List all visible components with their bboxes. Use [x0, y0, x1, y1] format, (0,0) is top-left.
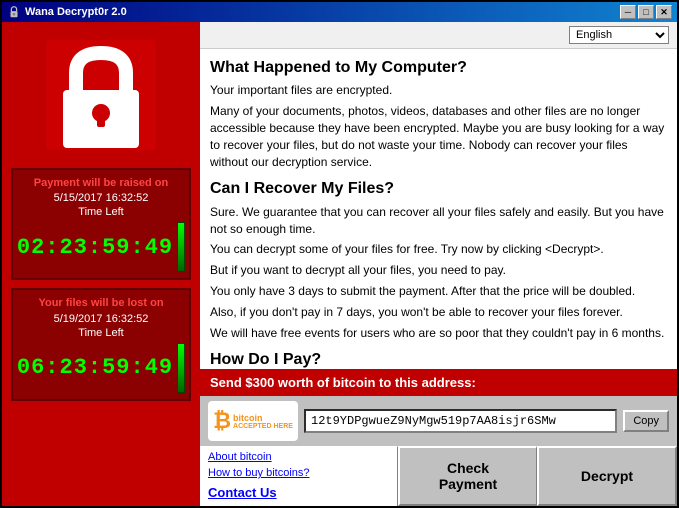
timer1-digits: 02:23:59:49 — [17, 235, 173, 260]
timer2-bar — [177, 343, 185, 393]
section2-p3: But if you want to decrypt all your file… — [210, 262, 667, 279]
title-bar-left: Wana Decrypt0r 2.0 — [7, 5, 127, 19]
timer-box-2: Your files will be lost on 5/19/2017 16:… — [11, 288, 191, 400]
section3-heading: How Do I Pay? — [210, 349, 667, 369]
timer2-digits: 06:23:59:49 — [17, 355, 173, 380]
send-label: Send $300 worth of bitcoin to this addre… — [210, 375, 476, 390]
bitcoin-address-row: ₿ bitcoin ACCEPTED HERE Copy — [200, 396, 677, 446]
section2-p1: Sure. We guarantee that you can recover … — [210, 204, 667, 238]
timer1-label: Time Left — [21, 206, 181, 218]
bitcoin-section: Send $300 worth of bitcoin to this addre… — [200, 369, 677, 396]
btc-text-top: bitcoin — [233, 413, 263, 423]
timer-box-1: Payment will be raised on 5/15/2017 16:3… — [11, 168, 191, 280]
timer2-date: 5/19/2017 16:32:52 — [21, 313, 181, 325]
window-title: Wana Decrypt0r 2.0 — [25, 6, 127, 18]
left-panel: Payment will be raised on 5/15/2017 16:3… — [2, 22, 200, 506]
timer1-bar — [177, 222, 185, 272]
timer2-display: 06:23:59:49 — [21, 343, 181, 393]
timer2-label: Time Left — [21, 327, 181, 339]
title-bar: Wana Decrypt0r 2.0 ─ □ ✕ — [2, 2, 677, 22]
right-panel: English What Happened to My Computer? Yo… — [200, 22, 677, 506]
contact-us-link[interactable]: Contact Us — [208, 485, 389, 500]
timer2-title: Your files will be lost on — [21, 296, 181, 310]
bitcoin-address-input[interactable] — [304, 409, 617, 433]
minimize-button[interactable]: ─ — [620, 5, 636, 19]
main-content: Payment will be raised on 5/15/2017 16:3… — [2, 22, 677, 506]
timer1-date: 5/15/2017 16:32:52 — [21, 192, 181, 204]
title-icon — [7, 5, 21, 19]
btc-symbol-icon: ₿ — [213, 408, 231, 434]
right-buttons: Check Payment Decrypt — [398, 446, 677, 506]
section1-heading: What Happened to My Computer? — [210, 57, 667, 79]
lock-icon — [41, 35, 161, 155]
about-bitcoin-link[interactable]: About bitcoin — [208, 451, 389, 463]
title-bar-buttons: ─ □ ✕ — [620, 5, 672, 19]
section1-p2: Many of your documents, photos, videos, … — [210, 103, 667, 170]
language-select[interactable]: English — [569, 26, 669, 44]
section2-heading: Can I Recover My Files? — [210, 178, 667, 200]
left-links: About bitcoin How to buy bitcoins? Conta… — [200, 446, 398, 506]
timer1-display: 02:23:59:49 — [21, 222, 181, 272]
section2-p5: Also, if you don't pay in 7 days, you wo… — [210, 304, 667, 321]
copy-button[interactable]: Copy — [623, 410, 669, 432]
bottom-buttons-area: About bitcoin How to buy bitcoins? Conta… — [200, 446, 677, 506]
check-payment-button[interactable]: Check Payment — [398, 446, 537, 506]
main-window: Wana Decrypt0r 2.0 ─ □ ✕ — [0, 0, 679, 508]
section1-p1: Your important files are encrypted. — [210, 82, 667, 99]
btc-text-bottom: ACCEPTED HERE — [233, 423, 293, 430]
decrypt-button[interactable]: Decrypt — [537, 446, 677, 506]
section2-p4: You only have 3 days to submit the payme… — [210, 283, 667, 300]
lock-icon-container — [31, 30, 171, 160]
section2-p2: You can decrypt some of your files for f… — [210, 241, 667, 258]
maximize-button[interactable]: □ — [638, 5, 654, 19]
text-content[interactable]: What Happened to My Computer? Your impor… — [200, 49, 677, 369]
close-button[interactable]: ✕ — [656, 5, 672, 19]
how-to-buy-link[interactable]: How to buy bitcoins? — [208, 467, 389, 479]
section2-p6: We will have free events for users who a… — [210, 325, 667, 342]
timer1-title: Payment will be raised on — [21, 176, 181, 190]
language-bar: English — [200, 22, 677, 49]
bitcoin-logo: ₿ bitcoin ACCEPTED HERE — [208, 401, 298, 441]
